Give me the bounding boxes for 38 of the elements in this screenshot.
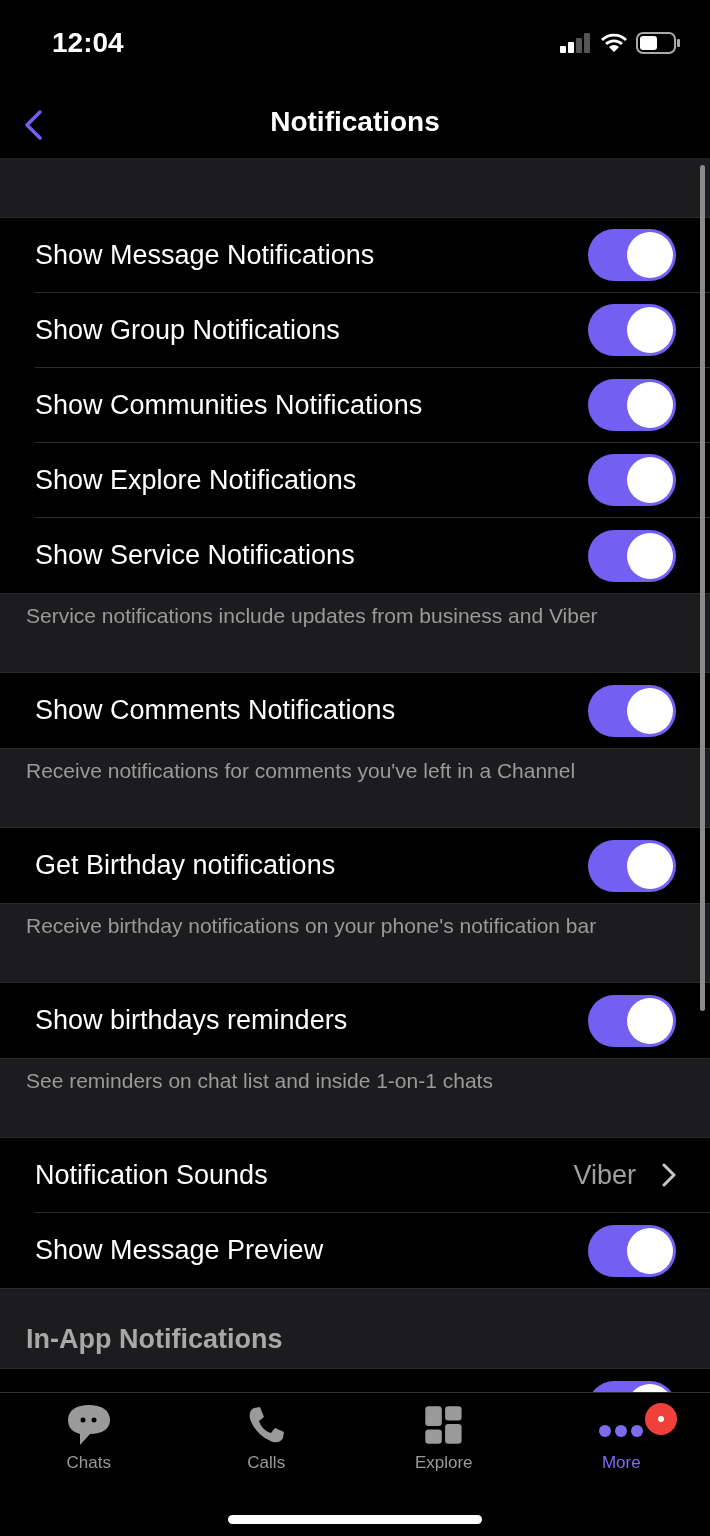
row-label: Show Message Notifications xyxy=(35,239,376,271)
row-label: Show birthdays reminders xyxy=(35,1005,349,1036)
tab-item[interactable]: Calls xyxy=(177,1393,355,1493)
battery-icon xyxy=(636,31,680,54)
more-dots-icon xyxy=(599,1425,644,1437)
chevron-right-icon xyxy=(662,1163,676,1187)
section-footer: Receive notifications for comments you've left in a Channel xyxy=(26,759,576,782)
row-label: Show Message Preview xyxy=(35,1235,325,1266)
row-label: Show Group Notifications xyxy=(35,314,341,346)
row-label: Notification Sounds xyxy=(35,1159,269,1191)
row-label: Show Service Notifications xyxy=(35,540,356,571)
row-label: Get Birthday notifications xyxy=(35,850,337,881)
section-footer: See reminders on chat list and inside 1-on-1 chats xyxy=(26,1069,493,1092)
section-header: In-App Notifications xyxy=(26,1324,283,1355)
toggle-switch[interactable] xyxy=(588,529,676,582)
row-value: Viber xyxy=(573,1159,636,1191)
row-label: Show Explore Notifications xyxy=(35,464,358,496)
wifi-icon xyxy=(600,32,628,53)
toggle-switch[interactable] xyxy=(588,994,676,1047)
toggle-switch[interactable] xyxy=(588,839,676,892)
toggle-switch[interactable] xyxy=(588,454,676,506)
row-label: Show Communities Notifications xyxy=(35,389,424,421)
chat-bubble-icon xyxy=(65,1403,112,1447)
toggle-switch[interactable] xyxy=(588,304,676,356)
toggle-switch[interactable] xyxy=(588,379,676,431)
section-footer: Service notifications include updates from business and Viber xyxy=(26,604,598,627)
screen-title: Notifications xyxy=(270,105,440,138)
tiles-icon xyxy=(423,1403,464,1447)
section-footer: Receive birthday notifications on your phone's notification bar xyxy=(26,914,597,937)
status-time: 12:04 xyxy=(52,26,124,59)
tab-item[interactable]: Explore xyxy=(355,1393,533,1493)
toggle-switch[interactable] xyxy=(588,229,676,281)
row-label: Show Comments Notifications xyxy=(35,695,397,726)
tab-item[interactable]: Chats xyxy=(0,1393,178,1493)
toggle-switch[interactable] xyxy=(588,1224,676,1277)
toggle-switch[interactable] xyxy=(588,684,676,737)
tab-item[interactable]: More xyxy=(532,1393,710,1493)
signal-icon xyxy=(560,32,592,53)
